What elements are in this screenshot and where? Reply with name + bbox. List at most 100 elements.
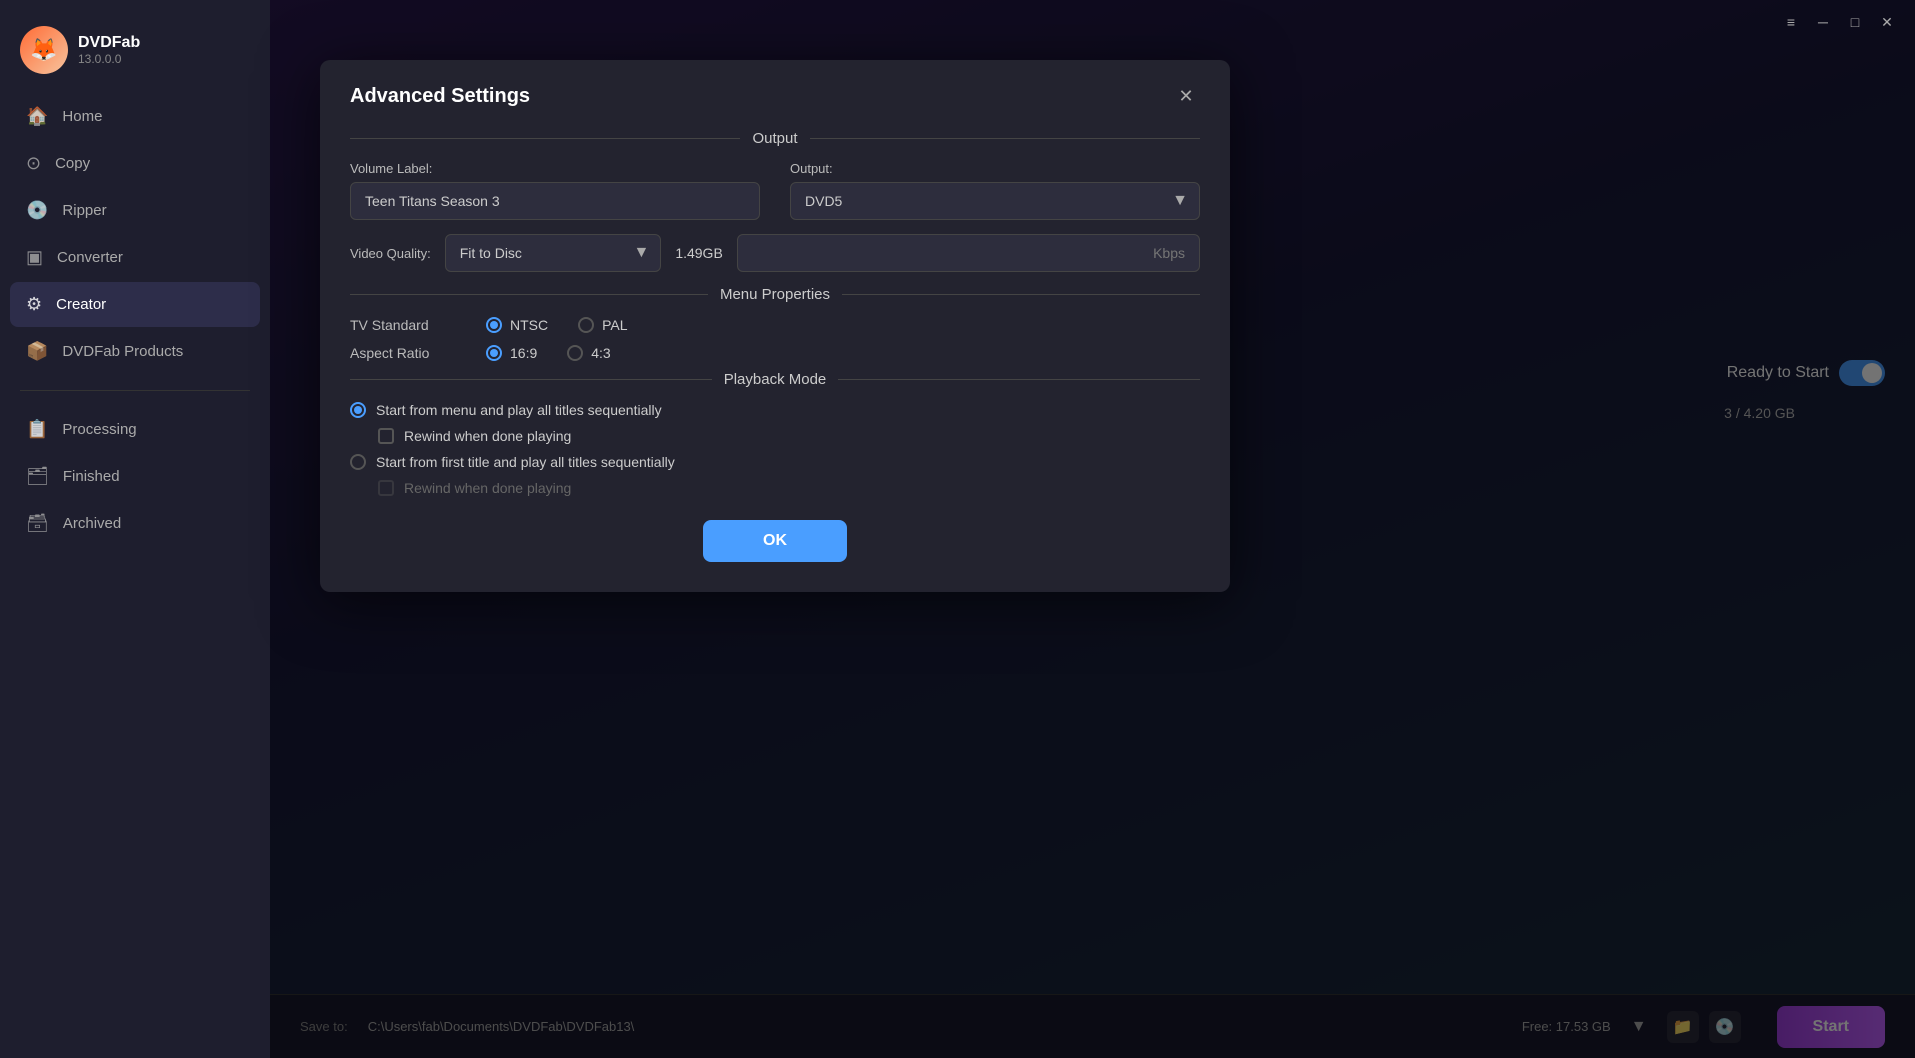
quality-size-display: 1.49GB [675,245,722,261]
volume-label-text: Volume Label: [350,161,760,176]
main-content: ≡ ─ □ ✕ Ready to Start 3 / 4.20 GB Advan… [270,0,1915,1058]
sidebar-label-converter: Converter [57,249,123,266]
menu-divider-left [350,294,708,295]
4x3-radio-dot [567,345,583,361]
pal-label: PAL [602,317,627,333]
menu-properties-section-divider: Menu Properties [320,286,1230,303]
app-version: 13.0.0.0 [78,52,140,66]
16x9-radio-item[interactable]: 16:9 [486,345,537,361]
modal-title: Advanced Settings [350,85,530,108]
sidebar-item-archived[interactable]: 🗃 Archived [10,501,260,546]
ok-button[interactable]: OK [703,520,847,562]
logo-area: 🦊 DVDFab 13.0.0.0 [0,10,270,94]
sidebar-item-dvdfab-products[interactable]: 📦 DVDFab Products [10,329,260,374]
playback-divider-left [350,379,712,380]
rewind-label-2: Rewind when done playing [404,480,571,496]
maximize-button[interactable]: □ [1841,8,1869,36]
output-section-divider: Output [320,130,1230,147]
pal-radio-dot [578,317,594,333]
ntsc-radio-item[interactable]: NTSC [486,317,548,333]
advanced-settings-modal: Advanced Settings ✕ Output Volume Label:… [320,60,1230,592]
aspect-ratio-row: Aspect Ratio 16:9 4:3 [350,345,1200,361]
rewind-checkbox-1[interactable] [378,428,394,444]
video-quality-select[interactable]: Fit to Disc High Quality Custom [445,234,662,272]
app-logo: 🦊 [20,26,68,74]
playback-section-divider: Playback Mode [320,371,1230,388]
volume-label-group: Volume Label: [350,161,760,220]
ntsc-label: NTSC [510,317,548,333]
finished-icon: 🗂 [26,466,49,487]
properties-row: TV Standard NTSC PAL [320,317,1230,361]
video-quality-label: Video Quality: [350,246,431,261]
sidebar-label-archived: Archived [63,515,121,532]
4x3-radio-item[interactable]: 4:3 [567,345,610,361]
dvdfab-products-icon: 📦 [26,341,48,362]
archived-icon: 🗃 [26,513,49,534]
home-icon: 🏠 [26,106,48,127]
menu-properties-label: Menu Properties [720,286,830,303]
sidebar-item-copy[interactable]: ⊙ Copy [10,141,260,186]
creator-icon: ⚙ [26,294,42,315]
copy-icon: ⊙ [26,153,41,174]
volume-output-row: Volume Label: Output: DVD5 DVD9 ISO ▼ [320,161,1230,220]
properties-grid: TV Standard NTSC PAL [350,317,1200,361]
processing-icon: 📋 [26,419,48,440]
modal-close-button[interactable]: ✕ [1172,82,1200,110]
menu-divider-right [842,294,1200,295]
playback-options: Start from menu and play all titles sequ… [320,402,1230,496]
tv-standard-label: TV Standard [350,317,470,333]
titlebar: ≡ ─ □ ✕ [1763,0,1915,44]
divider-line-right [810,138,1200,139]
output-select[interactable]: DVD5 DVD9 ISO [790,182,1200,220]
playback-option-1[interactable]: Start from menu and play all titles sequ… [350,402,1200,418]
minimize-button[interactable]: ─ [1809,8,1837,36]
sidebar-bottom-nav: 📋 Processing 🗂 Finished 🗃 Archived [0,407,270,546]
volume-label-input[interactable] [350,182,760,220]
sidebar-item-home[interactable]: 🏠 Home [10,94,260,139]
pal-radio-item[interactable]: PAL [578,317,627,333]
sidebar-item-converter[interactable]: ▣ Converter [10,235,260,280]
ntsc-radio-dot [486,317,502,333]
sidebar-label-creator: Creator [56,296,106,313]
output-select-wrapper: DVD5 DVD9 ISO ▼ [790,182,1200,220]
sidebar: 🦊 DVDFab 13.0.0.0 🏠 Home ⊙ Copy 💿 Ripper… [0,0,270,1058]
playback-option-2-radio [350,454,366,470]
divider-line-left [350,138,740,139]
aspect-ratio-radio-group: 16:9 4:3 [486,345,611,361]
4x3-label: 4:3 [591,345,610,361]
sidebar-item-ripper[interactable]: 💿 Ripper [10,188,260,233]
tv-standard-radio-group: NTSC PAL [486,317,628,333]
video-quality-select-wrapper: Fit to Disc High Quality Custom ▼ [445,234,662,272]
sidebar-divider [20,390,250,391]
sidebar-item-finished[interactable]: 🗂 Finished [10,454,260,499]
output-section-label: Output [752,130,797,147]
modal-footer: OK [320,496,1230,562]
playback-option-1-label: Start from menu and play all titles sequ… [376,402,662,418]
output-group: Output: DVD5 DVD9 ISO ▼ [790,161,1200,220]
sidebar-label-finished: Finished [63,468,120,485]
playback-option-1-sub[interactable]: Rewind when done playing [350,428,1200,444]
playback-option-2-label: Start from first title and play all titl… [376,454,675,470]
playback-option-1-radio [350,402,366,418]
aspect-ratio-label: Aspect Ratio [350,345,470,361]
16x9-radio-dot [486,345,502,361]
tv-standard-row: TV Standard NTSC PAL [350,317,1200,333]
menu-button[interactable]: ≡ [1777,8,1805,36]
sidebar-nav: 🏠 Home ⊙ Copy 💿 Ripper ▣ Converter ⚙ Cre… [0,94,270,374]
sidebar-item-creator[interactable]: ⚙ Creator [10,282,260,327]
modal-header: Advanced Settings ✕ [320,60,1230,120]
sidebar-item-processing[interactable]: 📋 Processing [10,407,260,452]
playback-mode-label: Playback Mode [724,371,827,388]
kbps-input[interactable] [737,234,1200,272]
app-name: DVDFab [78,34,140,52]
sidebar-label-processing: Processing [62,421,136,438]
sidebar-label-ripper: Ripper [62,202,106,219]
playback-divider-right [838,379,1200,380]
sidebar-label-home: Home [62,108,102,125]
ripper-icon: 💿 [26,200,48,221]
output-label-text: Output: [790,161,1200,176]
playback-option-2[interactable]: Start from first title and play all titl… [350,454,1200,470]
close-button[interactable]: ✕ [1873,8,1901,36]
16x9-label: 16:9 [510,345,537,361]
modal-overlay: Advanced Settings ✕ Output Volume Label:… [270,0,1915,1058]
